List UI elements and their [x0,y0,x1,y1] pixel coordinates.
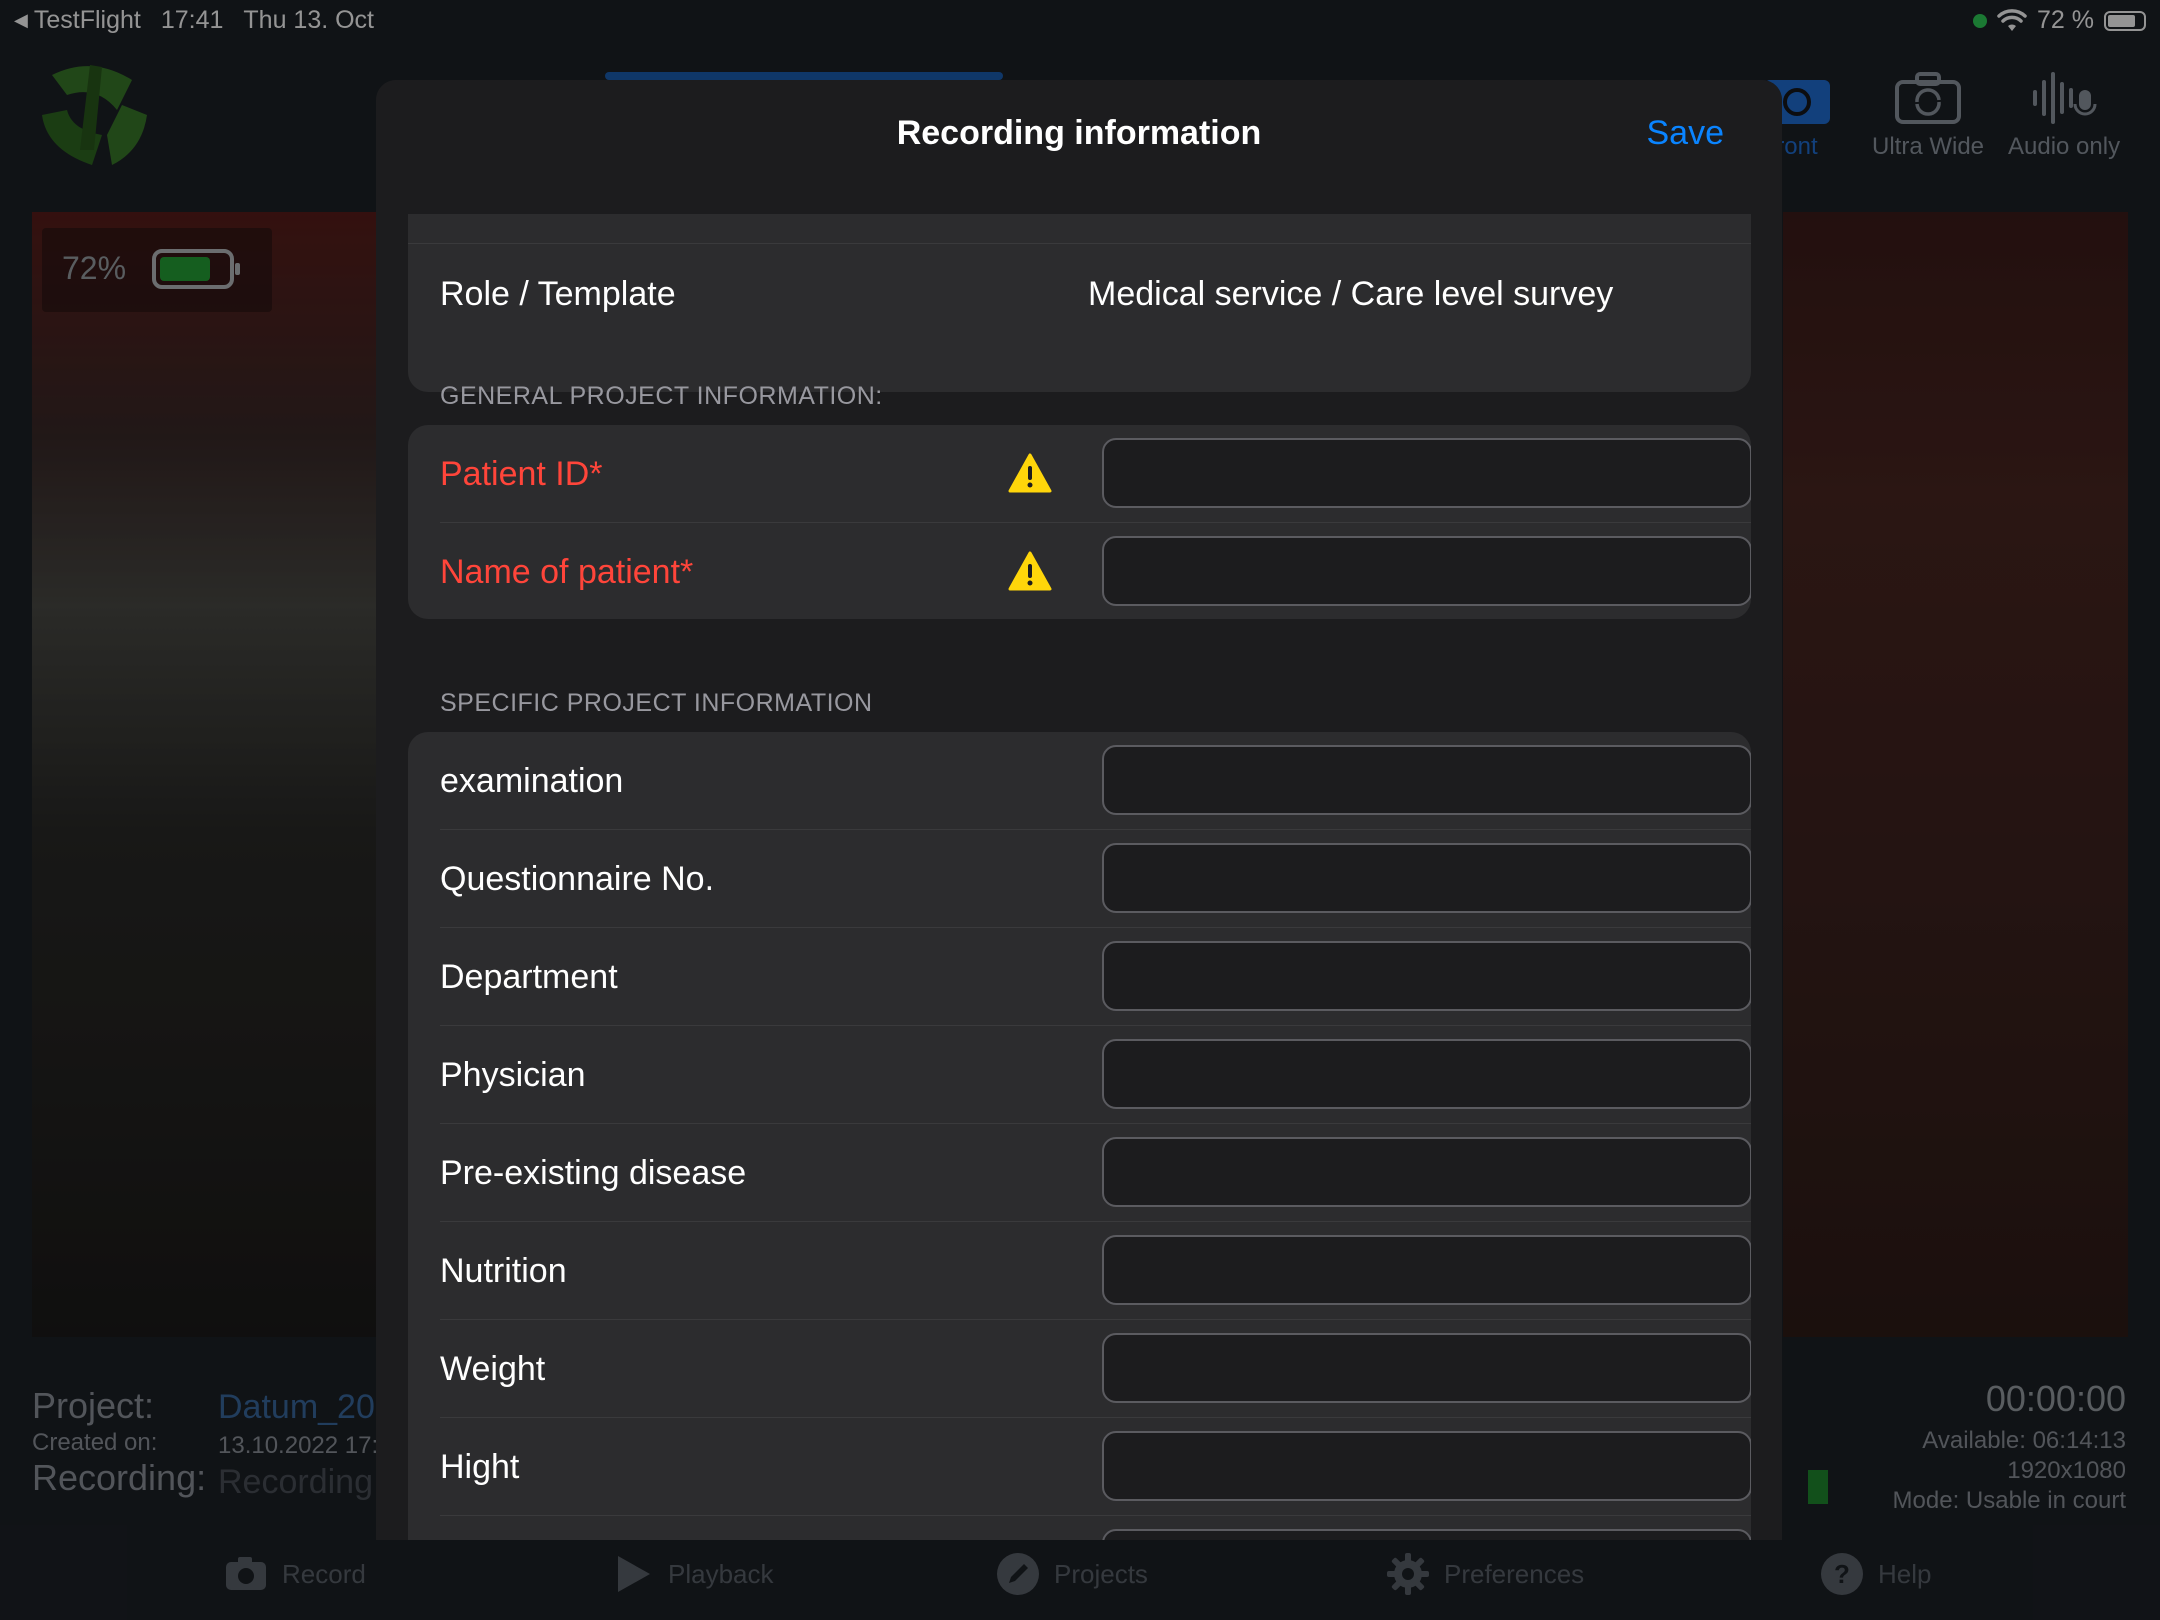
next-field-partial[interactable] [1102,1529,1751,1540]
general-section-header: GENERAL PROJECT INFORMATION: [440,382,883,410]
nutrition-label: Nutrition [440,1252,567,1290]
weight-field[interactable] [1102,1333,1751,1403]
scrolled-row [408,214,1751,244]
hight-row: Hight [408,1418,1751,1516]
hight-label: Hight [440,1448,520,1486]
patient-id-row: Patient ID* [408,425,1751,523]
specific-section-header: SPECIFIC PROJECT INFORMATION [440,689,873,717]
nutrition-field[interactable] [1102,1235,1751,1305]
pre-existing-disease-row: Pre-existing disease [408,1124,1751,1222]
role-template-value: Medical service / Care level survey [1088,275,1614,313]
save-button[interactable]: Save [1647,114,1725,153]
patient-id-label: Patient ID* [440,455,603,493]
pre-existing-disease-label: Pre-existing disease [440,1154,747,1192]
specific-info-group: examination Questionnaire No. Department… [408,732,1751,1540]
hight-field[interactable] [1102,1431,1751,1501]
questionnaire-row: Questionnaire No. [408,830,1751,928]
department-row: Department [408,928,1751,1026]
physician-label: Physician [440,1056,586,1094]
general-info-group: Patient ID* Name of patient* [408,425,1751,619]
role-group: Role / Template Medical service / Care l… [408,214,1751,392]
department-label: Department [440,958,618,996]
examination-field[interactable] [1102,745,1751,815]
warning-icon [1008,551,1052,591]
questionnaire-label: Questionnaire No. [440,860,715,898]
physician-row: Physician [408,1026,1751,1124]
patient-name-field[interactable] [1102,536,1751,606]
weight-row: Weight [408,1320,1751,1418]
pre-existing-disease-field[interactable] [1102,1137,1751,1207]
recording-information-sheet: Recording information Save Role / Templa… [376,80,1782,1540]
examination-row: examination [408,732,1751,830]
sheet-title: Recording information [896,114,1262,152]
sheet-header: Recording information Save [376,80,1782,190]
role-template-row[interactable]: Role / Template Medical service / Care l… [408,245,1751,343]
next-row-partial [408,1516,1751,1540]
nutrition-row: Nutrition [408,1222,1751,1320]
weight-label: Weight [440,1350,546,1388]
patient-name-label: Name of patient* [440,553,694,591]
physician-field[interactable] [1102,1039,1751,1109]
warning-icon [1008,453,1052,493]
department-field[interactable] [1102,941,1751,1011]
examination-label: examination [440,762,624,800]
patient-name-row: Name of patient* [408,523,1751,619]
questionnaire-field[interactable] [1102,843,1751,913]
role-template-label: Role / Template [440,275,676,313]
patient-id-field[interactable] [1102,438,1751,508]
